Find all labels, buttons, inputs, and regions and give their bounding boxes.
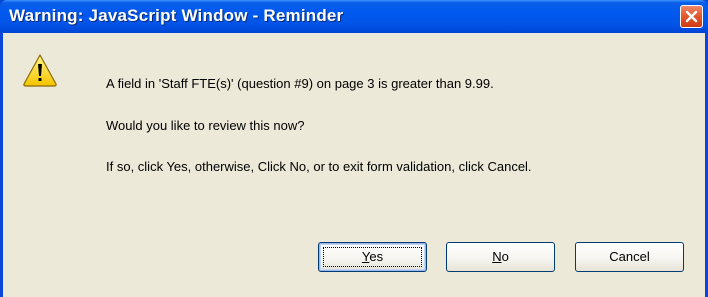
message-line-3: If so, click Yes, otherwise, Click No, o… — [106, 159, 532, 174]
message-line-2: Would you like to review this now? — [106, 118, 305, 133]
no-button[interactable]: No — [446, 242, 555, 272]
no-button-label: No — [492, 249, 509, 264]
cancel-button-label: Cancel — [609, 249, 650, 264]
yes-button[interactable]: Yes — [318, 242, 427, 272]
yes-label-rest: es — [369, 249, 384, 264]
warning-icon — [23, 54, 57, 87]
dialog-window: Warning: JavaScript Window - Reminder A … — [0, 0, 708, 297]
yes-button-label: Yes — [362, 249, 383, 264]
close-icon — [685, 10, 698, 23]
no-label-rest: o — [501, 249, 509, 264]
close-button[interactable] — [680, 5, 703, 28]
title-bar[interactable]: Warning: JavaScript Window - Reminder — [0, 0, 708, 33]
cancel-button[interactable]: Cancel — [575, 242, 684, 272]
no-mnemonic: N — [492, 249, 502, 264]
message-line-1: A field in 'Staff FTE(s)' (question #9) … — [106, 76, 494, 91]
window-title: Warning: JavaScript Window - Reminder — [9, 6, 344, 25]
